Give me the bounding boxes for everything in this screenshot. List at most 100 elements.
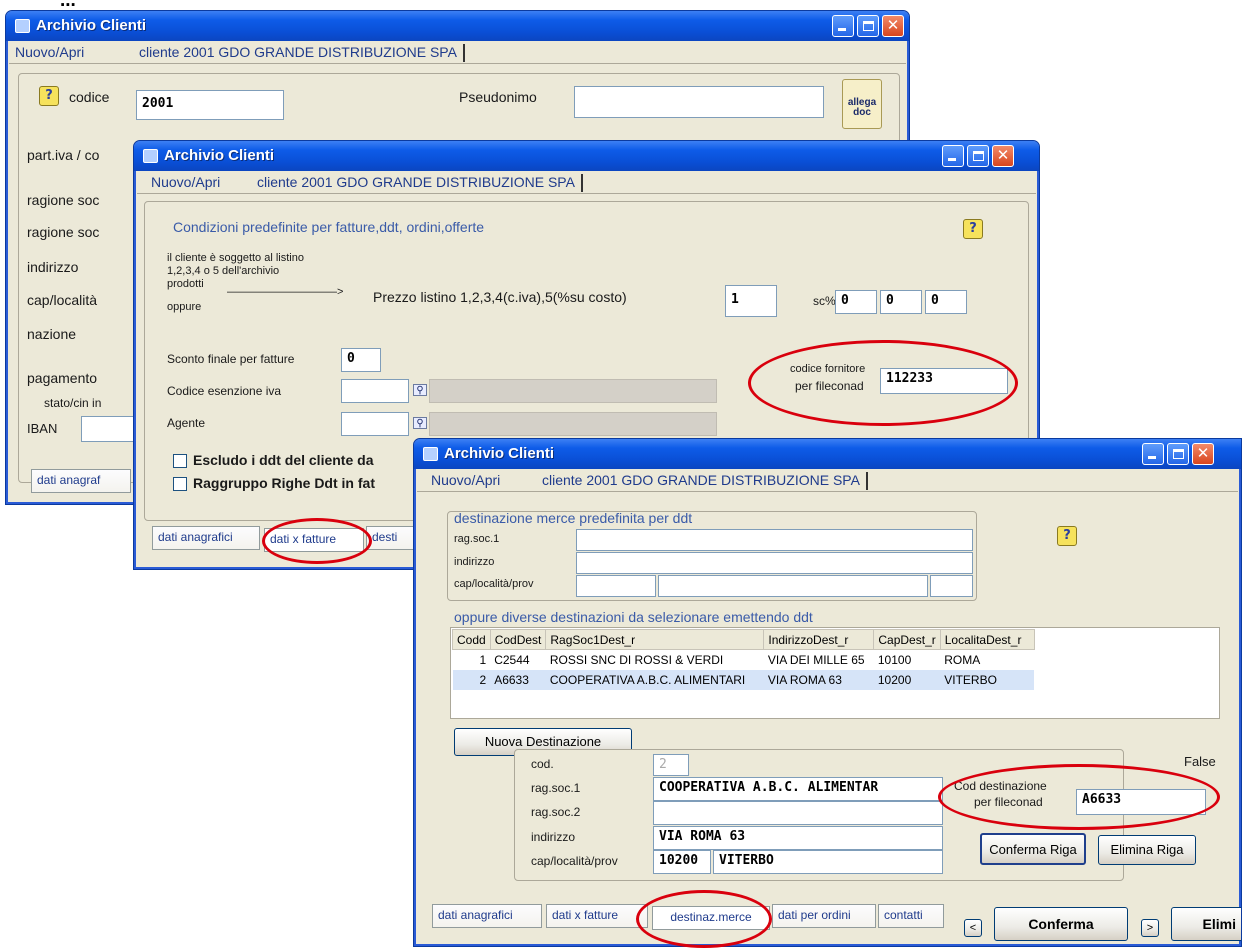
tab-dati-anagrafici[interactable]: dati anagrafici <box>152 526 260 550</box>
elimina-button[interactable]: Elimi <box>1171 907 1241 941</box>
titlebar[interactable]: Archivio Clienti ✕ <box>6 11 909 41</box>
false-indicator: False <box>1184 754 1216 769</box>
form-cap-label: cap/località/prov <box>531 854 618 868</box>
col-cap[interactable]: CapDest_r <box>873 629 941 650</box>
dest-localita-field[interactable] <box>658 575 928 597</box>
cell-ragsoc: COOPERATIVA A.B.C. ALIMENTARI <box>545 669 764 690</box>
col-coddest[interactable]: CodDest <box>489 629 547 650</box>
conferma-button[interactable]: Conferma <box>994 907 1128 941</box>
codice-fornitore-label-2: per fileconad <box>795 379 864 393</box>
table-row[interactable]: 1 C2544 ROSSI SNC DI ROSSI & VERDI VIA D… <box>453 650 1035 670</box>
pseudonimo-field[interactable] <box>574 86 824 118</box>
listino-note-line-3: prodotti <box>167 278 204 290</box>
agente-label: Agente <box>167 416 206 430</box>
help-icon[interactable]: ? <box>1057 526 1077 546</box>
titlebar[interactable]: Archivio Clienti ✕ <box>414 439 1241 469</box>
maximize-button[interactable] <box>857 15 879 37</box>
maximize-button[interactable] <box>967 145 989 167</box>
tab-destinazioni[interactable]: desti <box>366 526 416 550</box>
menu-nuovo-apri[interactable]: Nuovo/Apri <box>151 174 220 190</box>
minimize-icon <box>948 158 956 161</box>
close-button[interactable]: ✕ <box>1192 443 1214 465</box>
dest-indirizzo-field[interactable] <box>576 552 973 574</box>
form-ragsoc2-field[interactable] <box>653 801 943 825</box>
cell-cap: 10200 <box>873 669 941 690</box>
col-localita[interactable]: LocalitaDest_r <box>939 629 1035 650</box>
dest-ragsoc-field[interactable] <box>576 529 973 551</box>
tab-dati-per-ordini[interactable]: dati per ordini <box>772 904 876 928</box>
allega-doc-label: allega doc <box>847 97 877 118</box>
cod-destinazione-label-2: per fileconad <box>974 795 1043 809</box>
prezzo-listino-field[interactable]: 1 <box>725 285 777 317</box>
app-icon <box>423 447 438 461</box>
form-cod-field[interactable]: 2 <box>653 754 689 776</box>
minimize-button[interactable] <box>832 15 854 37</box>
sc-field-1[interactable]: 0 <box>835 290 877 314</box>
tab-contatti[interactable]: contatti <box>878 904 944 928</box>
close-button[interactable]: ✕ <box>992 145 1014 167</box>
form-indirizzo-field[interactable]: VIA ROMA 63 <box>653 826 943 850</box>
nav-prev-button[interactable]: < <box>964 919 982 937</box>
binoculars-icon[interactable]: ⚲ <box>413 417 427 429</box>
allega-doc-button[interactable]: allega doc <box>842 79 882 129</box>
col-ragsoc[interactable]: RagSoc1Dest_r <box>545 629 765 650</box>
menu-cliente[interactable]: cliente 2001 GDO GRANDE DISTRIBUZIONE SP… <box>542 472 868 490</box>
codice-fornitore-label-1: codice fornitore <box>790 363 866 375</box>
maximize-button[interactable] <box>1167 443 1189 465</box>
titlebar[interactable]: Archivio Clienti ✕ <box>134 141 1039 171</box>
form-localita-field[interactable]: VITERBO <box>713 850 943 874</box>
conferma-riga-button[interactable]: Conferma Riga <box>980 833 1086 865</box>
binoculars-icon[interactable]: ⚲ <box>413 384 427 396</box>
minimize-button[interactable] <box>942 145 964 167</box>
form-indirizzo-label: indirizzo <box>531 830 576 844</box>
stato-cin-label: stato/cin in <box>44 396 102 410</box>
dest-prov-field[interactable] <box>930 575 973 597</box>
minimize-icon <box>1148 456 1156 459</box>
nav-next-button[interactable]: > <box>1141 919 1159 937</box>
listino-note-line-2: 1,2,3,4 o 5 dell'archivio <box>167 265 280 277</box>
dest-cap-label: cap/località/prov <box>454 578 534 590</box>
cod-destinazione-field[interactable]: A6633 <box>1076 789 1206 815</box>
close-button[interactable]: ✕ <box>882 15 904 37</box>
ragione-sociale-2-label: ragione soc <box>27 224 100 240</box>
form-ragsoc1-field[interactable]: COOPERATIVA A.B.C. ALIMENTAR <box>653 777 943 801</box>
listino-note-line-1: il cliente è soggetto al listino <box>167 252 304 264</box>
cap-localita-label: cap/località <box>27 292 98 308</box>
table-row[interactable]: 2 A6633 COOPERATIVA A.B.C. ALIMENTARI VI… <box>452 669 1035 690</box>
col-codd[interactable]: Codd <box>452 629 491 650</box>
help-icon[interactable]: ? <box>39 86 59 106</box>
tab-dati-anagrafici[interactable]: dati anagrafici <box>432 904 542 928</box>
codice-fornitore-field[interactable]: 112233 <box>880 368 1008 394</box>
tab-destinaz-merce[interactable]: destinaz.merce <box>652 906 770 930</box>
tab-dati-anagrafici[interactable]: dati anagraf <box>31 469 131 493</box>
tab-dati-x-fatture[interactable]: dati x fatture <box>264 528 364 552</box>
tab-dati-x-fatture[interactable]: dati x fatture <box>546 904 648 928</box>
window-archivio-clienti-3: Archivio Clienti ✕ Nuovo/Apri cliente 20… <box>413 438 1242 947</box>
escludo-ddt-checkbox[interactable] <box>173 454 187 468</box>
sc-field-2[interactable]: 0 <box>880 290 922 314</box>
col-indirizzo[interactable]: IndirizzoDest_r <box>763 629 875 650</box>
raggruppo-righe-checkbox[interactable] <box>173 477 187 491</box>
codice-field[interactable]: 2001 <box>136 90 284 120</box>
minimize-button[interactable] <box>1142 443 1164 465</box>
menu-cliente[interactable]: cliente 2001 GDO GRANDE DISTRIBUZIONE SP… <box>257 174 583 192</box>
menu-cliente[interactable]: cliente 2001 GDO GRANDE DISTRIBUZIONE SP… <box>139 44 465 62</box>
close-icon: ✕ <box>1196 445 1210 462</box>
form-cap-field[interactable]: 10200 <box>653 850 711 874</box>
iban-label: IBAN <box>27 421 58 436</box>
agente-field[interactable] <box>341 412 409 436</box>
iban-field[interactable] <box>81 416 141 442</box>
dest-cap-field[interactable] <box>576 575 656 597</box>
escludo-ddt-label: Escludo i ddt del cliente da <box>193 452 374 468</box>
cell-indirizzo: VIA ROMA 63 <box>763 669 874 690</box>
sconto-finale-field[interactable]: 0 <box>341 348 381 372</box>
destinazione-predefinita-title: destinazione merce predefinita per ddt <box>454 510 693 526</box>
menu-nuovo-apri[interactable]: Nuovo/Apri <box>431 472 500 488</box>
sc-field-3[interactable]: 0 <box>925 290 967 314</box>
menu-nuovo-apri[interactable]: Nuovo/Apri <box>15 44 84 60</box>
minimize-icon <box>838 28 846 31</box>
esenzione-iva-field[interactable] <box>341 379 409 403</box>
help-icon[interactable]: ? <box>963 219 983 239</box>
form-ragsoc1-label: rag.soc.1 <box>531 781 581 795</box>
elimina-riga-button[interactable]: Elimina Riga <box>1098 835 1196 865</box>
